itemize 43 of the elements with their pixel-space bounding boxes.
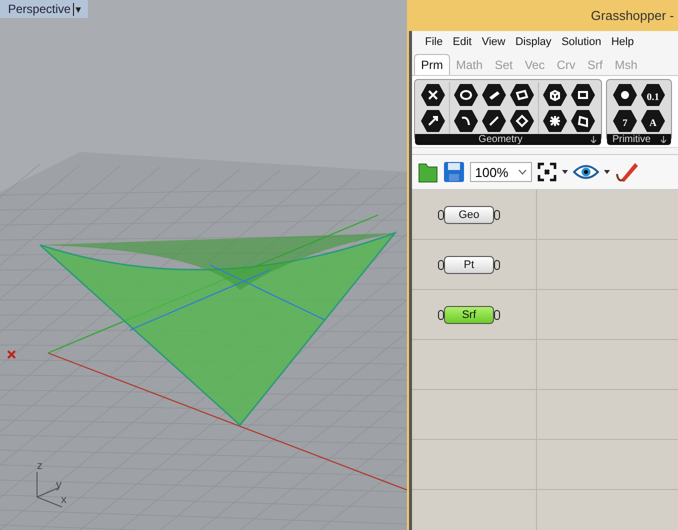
axis-label: z [37,460,42,472]
zoom-extents-icon[interactable] [537,162,557,182]
menu-item[interactable]: Solution [556,36,606,48]
surface-icon[interactable] [570,109,596,133]
menu-item[interactable]: Display [510,36,556,48]
folder-icon[interactable] [418,161,438,183]
panel-title: Geometry [478,134,524,145]
labeled-hexagon-icon[interactable]: A [640,109,666,133]
eye-icon[interactable] [573,164,599,180]
zoom-dropdown[interactable]: 100% [470,162,532,182]
line-icon[interactable] [481,109,507,133]
menu-item[interactable]: Edit [448,36,477,48]
caret-icon[interactable] [604,170,610,174]
labeled-hexagon-icon[interactable]: 7 [612,109,638,133]
save-icon[interactable] [443,161,465,183]
caret-icon[interactable] [518,169,527,175]
brep-icon[interactable] [570,83,596,107]
origin-marker-icon [7,350,16,359]
arc-icon[interactable] [453,109,479,133]
axis-gizmo-icon [36,472,62,508]
viewport-title[interactable]: Perspective [8,2,71,16]
menu-item[interactable]: View [476,36,510,48]
diamond-icon[interactable] [509,109,535,133]
box-icon[interactable] [542,83,568,107]
parameter-node[interactable]: Pt [444,256,494,274]
axis-label: x [61,494,66,506]
pen-icon[interactable] [615,160,639,184]
menu-item[interactable]: Help [606,36,639,48]
labeled-hexagon-icon[interactable]: 0.1 [640,83,666,107]
axis-label: y [56,479,62,491]
expand-icon[interactable] [590,136,597,143]
panel-title: Primitive [611,134,652,145]
caret-icon[interactable] [562,170,568,174]
menu-item[interactable]: File [420,36,448,48]
viewport-dropdown[interactable]: ▾ [72,2,82,16]
parameter-node[interactable]: Geo [444,206,494,224]
arrow-icon[interactable] [420,109,446,133]
ribbon-tab[interactable]: Prm [414,54,450,75]
cross-icon[interactable] [420,83,446,107]
mesh-icon[interactable] [542,109,568,133]
expand-icon[interactable] [660,136,667,143]
parameter-node[interactable]: Srf [444,306,494,324]
window-title: Grasshopper - [590,8,674,23]
